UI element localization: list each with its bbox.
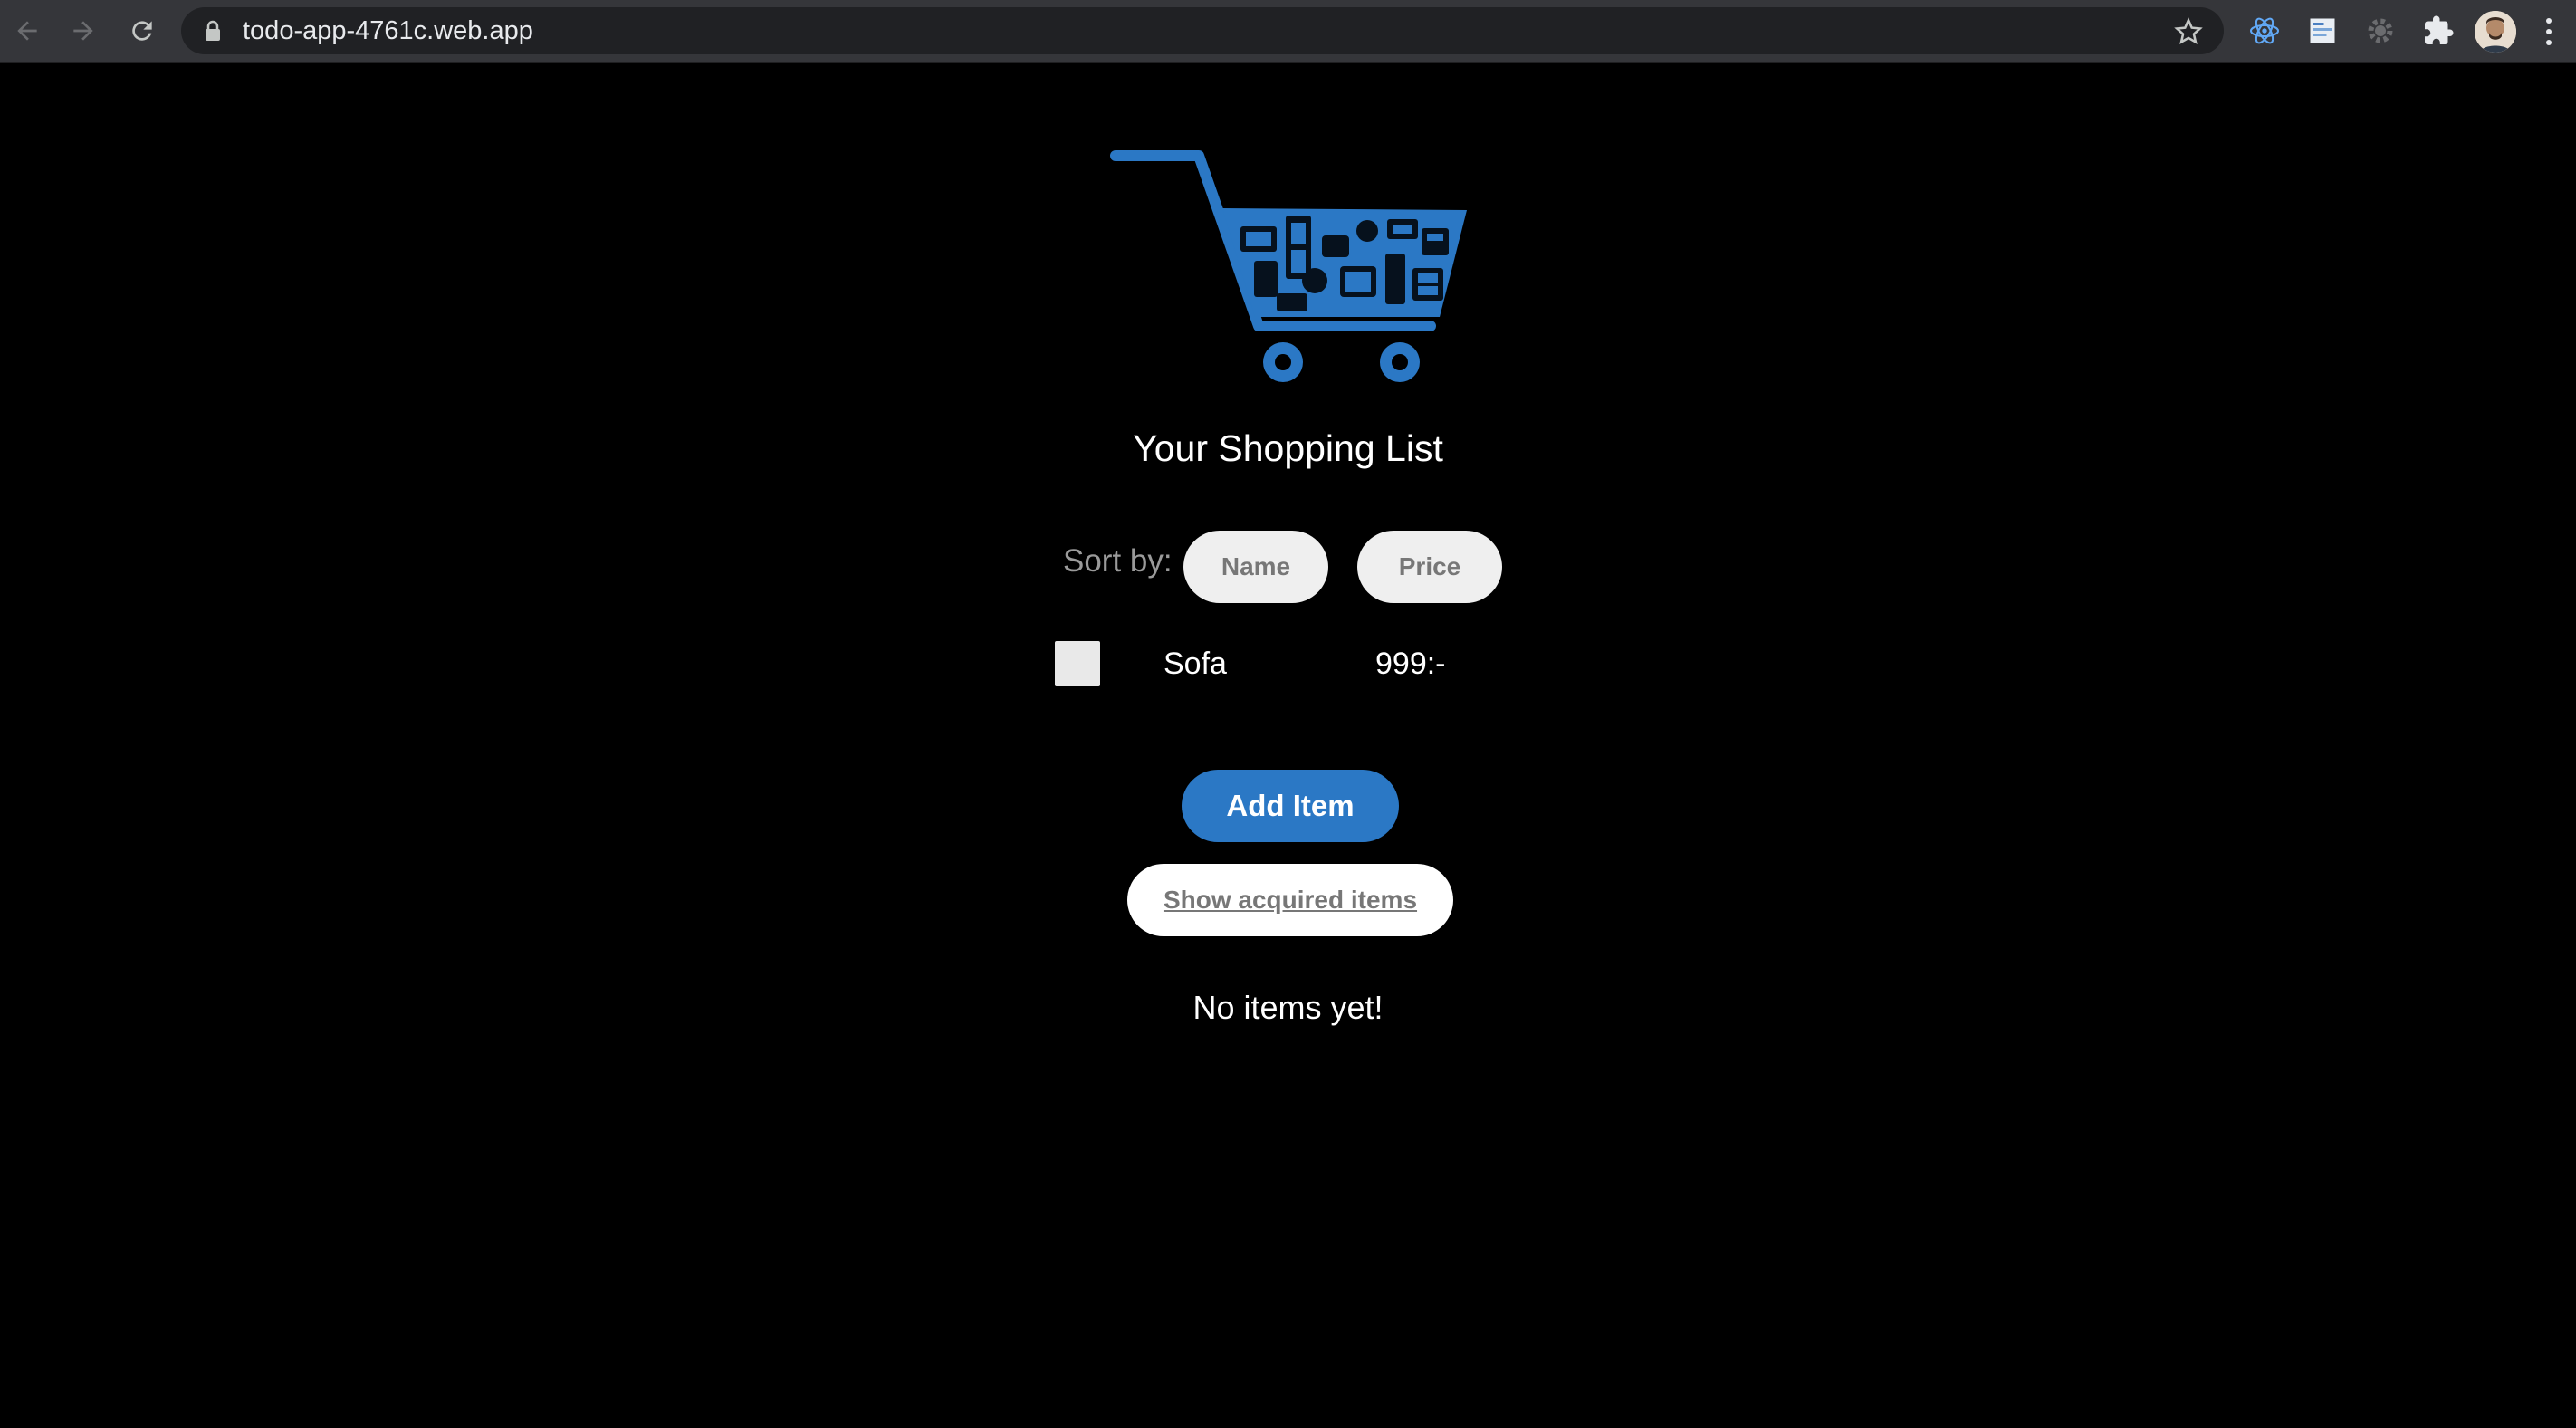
show-acquired-items-button[interactable]: Show acquired items	[1127, 864, 1453, 936]
lock-icon	[206, 20, 220, 41]
gear-extension-icon[interactable]	[2362, 13, 2399, 49]
sort-by-name-button[interactable]: Name	[1183, 531, 1328, 603]
browser-toolbar: todo-app-4761c.web.app	[0, 0, 2576, 63]
more-vert-icon[interactable]	[2542, 16, 2555, 47]
back-button[interactable]	[7, 11, 47, 51]
item-acquired-checkbox[interactable]	[1055, 641, 1100, 686]
arrow-left-icon	[17, 21, 37, 41]
react-devtools-extension-icon[interactable]	[2246, 13, 2283, 49]
profile-avatar[interactable]	[2475, 11, 2516, 53]
url-text: todo-app-4761c.web.app	[243, 16, 533, 45]
address-bar[interactable]: todo-app-4761c.web.app	[181, 7, 2224, 54]
reload-button[interactable]	[122, 11, 162, 51]
list-item: Sofa 999:-	[0, 639, 2576, 690]
sort-by-price-button[interactable]: Price	[1357, 531, 1502, 603]
shopping-cart-logo	[1110, 150, 1467, 382]
page-title: Your Shopping List	[1133, 427, 1443, 469]
arrow-right-icon	[73, 21, 93, 41]
document-extension-icon[interactable]	[2304, 13, 2341, 49]
item-name: Sofa	[1164, 647, 1227, 681]
bookmark-star-icon[interactable]	[2173, 16, 2204, 47]
sort-label: Sort by:	[1063, 543, 1173, 579]
puzzle-extensions-icon[interactable]	[2420, 13, 2456, 49]
forward-button[interactable]	[63, 11, 103, 51]
add-item-button[interactable]: Add Item	[1182, 770, 1399, 842]
empty-state-message: No items yet!	[1192, 989, 1384, 1026]
item-price: 999:-	[1375, 647, 1446, 681]
reload-icon	[132, 21, 152, 41]
